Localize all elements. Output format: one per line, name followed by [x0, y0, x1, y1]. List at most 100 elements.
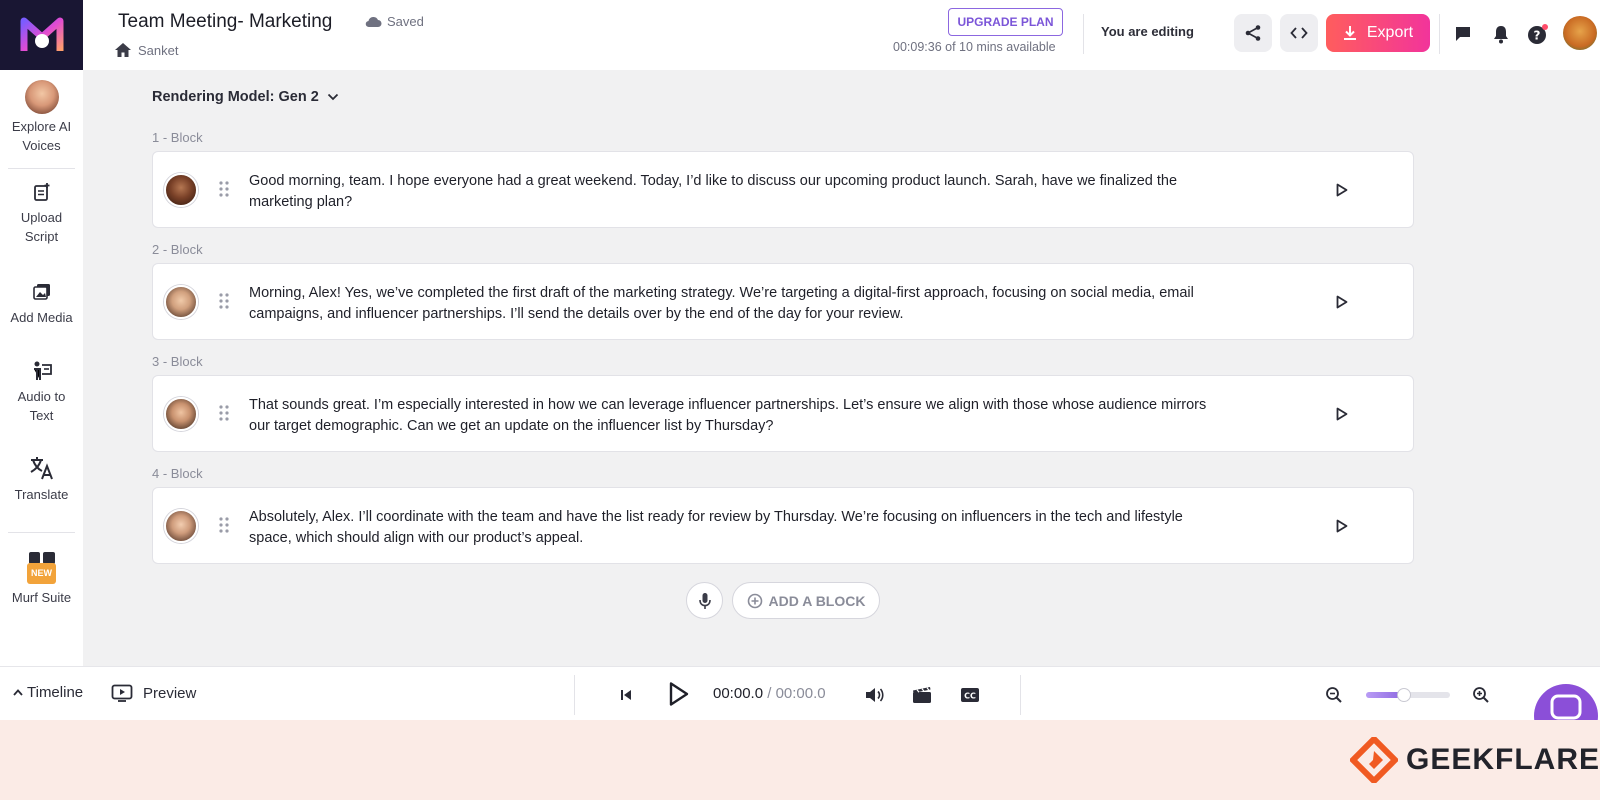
sidebar-item-label: Upload Script [20, 210, 63, 244]
sidebar-item-label: Explore AI Voices [11, 119, 72, 153]
play-icon [669, 682, 689, 706]
drag-handle-icon[interactable] [218, 516, 230, 534]
play-icon [1336, 407, 1348, 421]
comment-icon [1456, 27, 1470, 41]
closed-captions-icon: CC [961, 688, 979, 702]
home-icon [115, 43, 131, 57]
geekflare-watermark: GEEKFLARE [1350, 737, 1600, 783]
play-icon [1336, 183, 1348, 197]
comments-button[interactable] [1451, 22, 1475, 46]
speaker-avatar[interactable] [164, 397, 198, 431]
bell-icon [1494, 26, 1508, 44]
divider [1020, 675, 1021, 715]
add-block-label: ADD A BLOCK [768, 592, 866, 609]
rendering-model-selector[interactable]: Rendering Model: Gen 2 [152, 89, 339, 105]
geekflare-logo-icon [1350, 737, 1398, 783]
speaker-avatar[interactable] [164, 285, 198, 319]
speaker-avatar[interactable] [164, 509, 198, 543]
help-icon: ? [1528, 24, 1548, 44]
upgrade-plan-button[interactable]: UPGRADE PLAN [948, 8, 1063, 36]
svg-text:CC: CC [964, 692, 976, 701]
video-settings-button[interactable] [911, 684, 933, 706]
add-block-button[interactable]: ADD A BLOCK [732, 582, 880, 619]
export-button[interactable]: Export [1326, 14, 1430, 52]
divider [8, 532, 75, 533]
record-voice-button[interactable] [686, 582, 723, 619]
share-button[interactable] [1234, 14, 1272, 52]
player-bar: Timeline Preview 00:00.0 / 00:00.0 CC [0, 666, 1600, 720]
export-label: Export [1366, 24, 1414, 41]
sidebar-item-label: Add Media [10, 310, 73, 325]
sidebar-item-audio-to-text[interactable]: Audio to Text [0, 360, 83, 425]
sidebar-item-murf-suite[interactable]: NEW Murf Suite [0, 551, 83, 607]
block-label: 3 - Block [152, 354, 203, 369]
breadcrumb-workspace: Sanket [138, 42, 179, 58]
top-bar: Team Meeting- Marketing Saved Sanket UPG… [0, 0, 1600, 70]
clapperboard-icon [913, 687, 931, 703]
skip-back-icon [621, 690, 631, 700]
embed-code-button[interactable] [1280, 14, 1318, 52]
app-logo[interactable] [0, 0, 83, 70]
block-text[interactable]: Good morning, team. I hope everyone had … [249, 171, 1209, 213]
script-block[interactable]: Morning, Alex! Yes, we’ve completed the … [152, 263, 1414, 340]
timeline-label: Timeline [27, 684, 84, 701]
block-text[interactable]: Morning, Alex! Yes, we’ve completed the … [249, 283, 1209, 325]
zoom-slider[interactable] [1366, 688, 1450, 702]
user-avatar[interactable] [1563, 16, 1597, 50]
usage-indicator: 00:09:36 of 10 mins available [893, 40, 1056, 54]
play-block-button[interactable] [1331, 179, 1353, 201]
play-block-button[interactable] [1331, 403, 1353, 425]
geekflare-wordmark: GEEKFLARE [1406, 743, 1600, 776]
timeline-toggle[interactable]: Timeline [13, 684, 83, 701]
block-label: 2 - Block [152, 242, 203, 257]
captions-button[interactable]: CC [959, 684, 981, 706]
cloud-icon [365, 16, 382, 27]
zoom-in-icon [1473, 687, 1489, 703]
breadcrumb[interactable]: Sanket [114, 42, 178, 58]
help-button[interactable]: ? [1526, 22, 1550, 46]
speaker-avatar[interactable] [164, 173, 198, 207]
current-time: 00:00.0 [713, 685, 764, 702]
time-separator: / [763, 685, 776, 702]
microphone-icon [698, 592, 711, 609]
drag-handle-icon[interactable] [218, 404, 230, 422]
sidebar-item-upload-script[interactable]: Upload Script [0, 182, 83, 246]
total-duration: 00:00.0 [775, 685, 826, 702]
skip-to-start-button[interactable] [615, 684, 637, 706]
editing-status: You are editing [1101, 24, 1194, 39]
save-status-text: Saved [387, 14, 424, 29]
play-icon [1336, 519, 1348, 533]
chat-icon [1550, 694, 1582, 720]
play-block-button[interactable] [1331, 515, 1353, 537]
drag-handle-icon[interactable] [218, 292, 230, 310]
play-button[interactable] [664, 679, 694, 709]
script-block[interactable]: Good morning, team. I hope everyone had … [152, 151, 1414, 228]
murf-logo-icon [20, 17, 63, 51]
new-badge: NEW [27, 563, 56, 584]
play-icon [1336, 295, 1348, 309]
script-block[interactable]: That sounds great. I’m especially intere… [152, 375, 1414, 452]
divider [8, 168, 75, 169]
zoom-slider-handle[interactable] [1397, 688, 1411, 702]
plus-circle-icon [747, 593, 762, 608]
volume-button[interactable] [863, 684, 885, 706]
play-block-button[interactable] [1331, 291, 1353, 313]
notifications-button[interactable] [1489, 22, 1513, 46]
preview-icon [111, 684, 133, 702]
divider [1083, 14, 1084, 54]
sidebar-item-translate[interactable]: Translate [0, 455, 83, 504]
block-text[interactable]: Absolutely, Alex. I’ll coordinate with t… [249, 507, 1209, 549]
sidebar-item-add-media[interactable]: Add Media [0, 282, 83, 327]
zoom-in-button[interactable] [1470, 684, 1492, 706]
preview-button[interactable]: Preview [111, 684, 196, 702]
script-block[interactable]: Absolutely, Alex. I’ll coordinate with t… [152, 487, 1414, 564]
project-title[interactable]: Team Meeting- Marketing [118, 11, 332, 33]
drag-handle-icon[interactable] [218, 180, 230, 198]
voice-avatar-icon [24, 80, 59, 114]
block-text[interactable]: That sounds great. I’m especially intere… [249, 395, 1209, 437]
add-media-icon [32, 284, 50, 300]
sidebar-item-explore-ai-voices[interactable]: Explore AI Voices [0, 80, 83, 155]
volume-icon [866, 688, 884, 702]
zoom-out-button[interactable] [1323, 684, 1345, 706]
audio-to-text-icon [33, 361, 52, 380]
